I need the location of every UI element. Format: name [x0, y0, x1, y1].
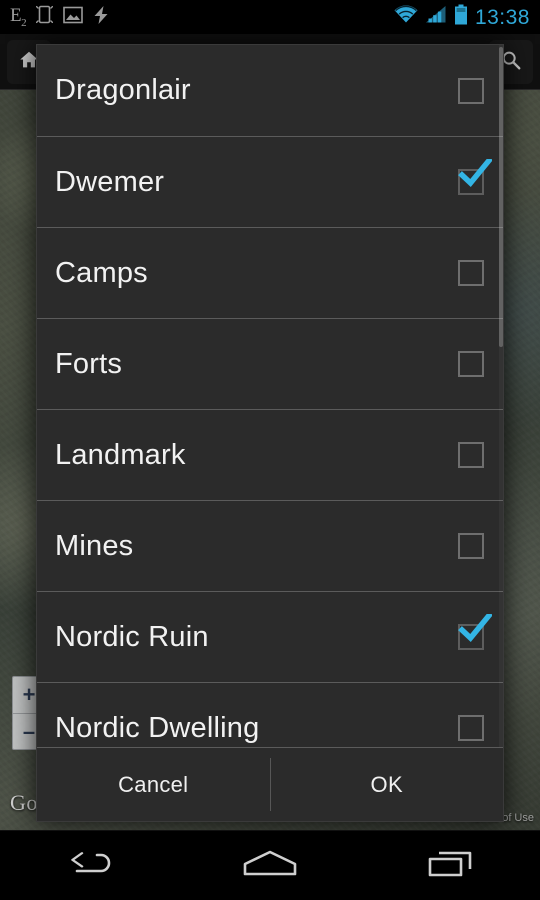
dialog-scrollbar-thumb[interactable] [499, 47, 503, 347]
checkbox-checked-icon [458, 614, 492, 650]
option-label: Nordic Dwelling [55, 711, 260, 744]
option-label: Camps [55, 256, 148, 289]
checkbox-unchecked-icon [458, 77, 484, 104]
option-checkbox[interactable] [439, 228, 503, 319]
option-label: Mines [55, 529, 134, 562]
status-bar: E2 13:38 [0, 0, 540, 34]
android-screen: + – Google Terms of Use E2 [0, 0, 540, 900]
battery-icon [454, 4, 468, 30]
checkbox-unchecked-icon [458, 715, 484, 741]
android-navigation-bar [0, 830, 540, 900]
edge-network-icon: E2 [10, 4, 27, 29]
ok-button[interactable]: OK [271, 748, 504, 821]
option-row[interactable]: Nordic Dwelling [37, 682, 503, 747]
option-checkbox[interactable] [439, 683, 503, 748]
option-label: Dragonlair [55, 74, 191, 106]
option-label: Dwemer [55, 165, 165, 198]
option-checkbox[interactable] [439, 319, 503, 410]
checkbox-unchecked-icon [458, 533, 484, 559]
option-checkbox[interactable] [439, 592, 503, 683]
option-checkbox[interactable] [439, 410, 503, 501]
cancel-button[interactable]: Cancel [37, 748, 270, 821]
multi-choice-dialog: Dragonlair Dwemer Camps Forts Landmark Mines N… [36, 44, 504, 822]
option-checkbox[interactable] [439, 137, 503, 228]
option-row[interactable]: Forts [37, 318, 503, 409]
status-bar-clock: 13:38 [474, 5, 530, 29]
status-bar-left-icons: E2 [0, 4, 394, 30]
nav-back-button[interactable] [35, 831, 145, 900]
nav-recents-button[interactable] [395, 831, 505, 900]
dialog-button-bar: Cancel OK [37, 747, 503, 821]
dialog-scrollbar-track[interactable] [499, 45, 503, 747]
option-row[interactable]: Dragonlair [37, 45, 503, 136]
dialog-option-list[interactable]: Dragonlair Dwemer Camps Forts Landmark Mines N… [37, 45, 503, 747]
option-row[interactable]: Landmark [37, 409, 503, 500]
checkbox-unchecked-icon [458, 351, 484, 377]
home-icon [241, 848, 299, 883]
back-icon [67, 848, 113, 883]
checkbox-checked-icon [458, 159, 492, 195]
option-checkbox[interactable] [439, 501, 503, 592]
option-row[interactable]: Dwemer [37, 136, 503, 227]
checkbox-unchecked-icon [458, 260, 484, 286]
charging-bolt-icon [93, 5, 109, 30]
screenshot-image-icon [63, 6, 83, 29]
nav-home-button[interactable] [215, 831, 325, 900]
option-row[interactable]: Camps [37, 227, 503, 318]
screen-rotation-icon [36, 4, 54, 30]
cellular-signal-icon [425, 5, 447, 29]
recents-icon [426, 847, 474, 884]
option-checkbox[interactable] [439, 45, 503, 136]
option-row[interactable]: Mines [37, 500, 503, 591]
status-bar-right-icons: 13:38 [394, 4, 540, 30]
wifi-icon [394, 5, 418, 29]
option-label: Forts [55, 347, 123, 380]
checkbox-unchecked-icon [458, 442, 484, 468]
option-label: Landmark [55, 438, 186, 471]
option-row[interactable]: Nordic Ruin [37, 591, 503, 682]
option-label: Nordic Ruin [55, 620, 209, 653]
